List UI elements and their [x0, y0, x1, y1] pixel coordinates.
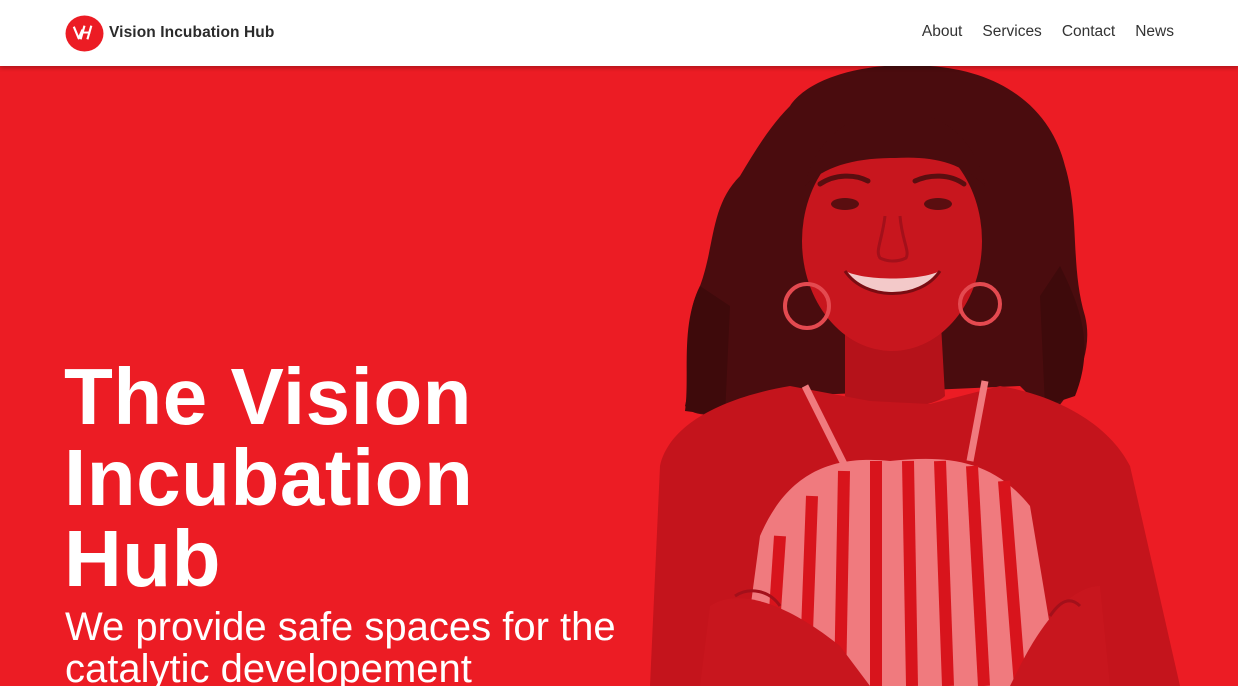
smiling-woman-photo: [650, 66, 1180, 686]
hero-title: The Vision Incubation Hub: [64, 352, 474, 603]
vh-monogram-icon: [65, 14, 104, 52]
top-navbar: Vision Incubation Hub About Services Con…: [0, 0, 1238, 66]
page: Vision Incubation Hub About Services Con…: [0, 0, 1238, 686]
nav-link-contact[interactable]: Contact: [1062, 22, 1115, 42]
main-nav: About Services Contact News: [922, 22, 1174, 42]
hero-subtitle: We provide safe spaces for the catalytic…: [65, 605, 616, 686]
hero-section: The Vision Incubation Hub We provide saf…: [0, 66, 1238, 686]
nav-link-about[interactable]: About: [922, 22, 963, 42]
brand-home-link[interactable]: Vision Incubation Hub: [65, 14, 274, 52]
nav-link-services[interactable]: Services: [982, 22, 1041, 42]
brand-name: Vision Incubation Hub: [109, 24, 275, 41]
nav-link-news[interactable]: News: [1135, 22, 1174, 42]
